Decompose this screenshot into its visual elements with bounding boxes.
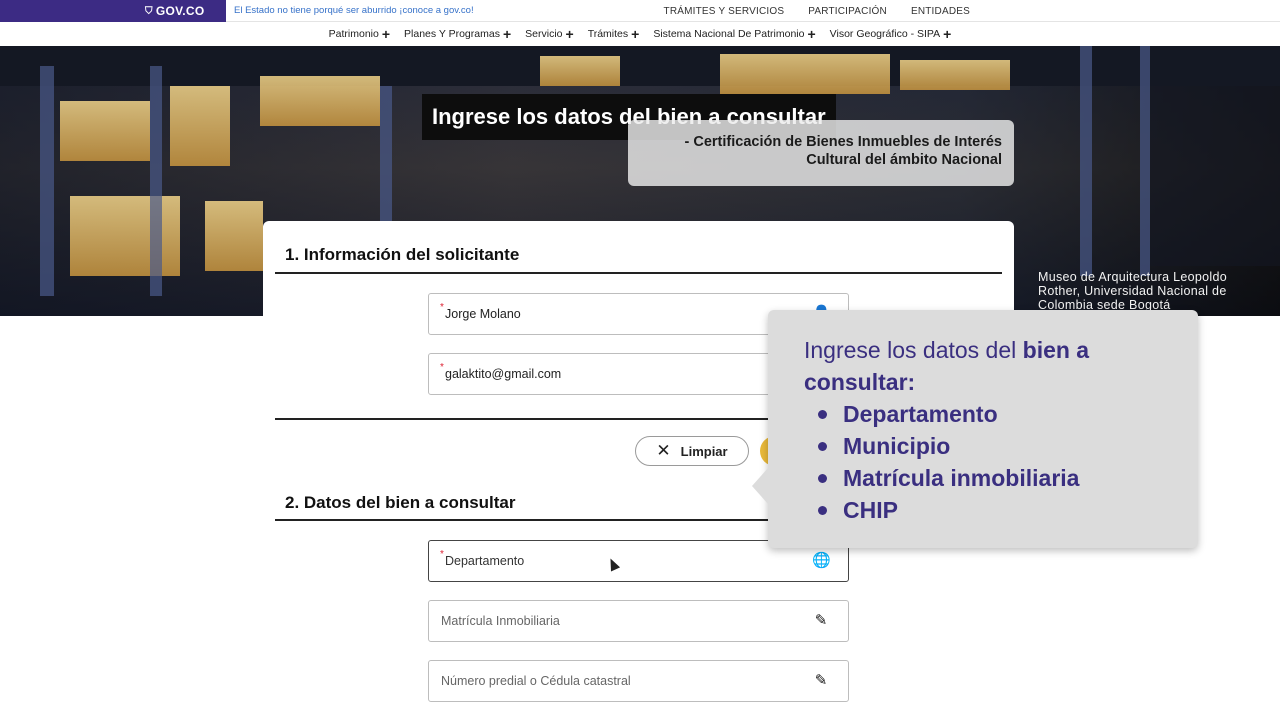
pencil-icon: ✎ (814, 672, 828, 689)
building-column (40, 66, 54, 296)
shield-icon: ⛉ (145, 5, 153, 17)
matricula-input[interactable]: Matrícula Inmobiliaria ✎ (428, 600, 849, 642)
nav-label: Trámites (587, 28, 629, 40)
gov-logo-text: GOV.CO (155, 4, 205, 18)
departamento-placeholder: Departamento (445, 554, 525, 568)
callout-item: Municipio (818, 430, 1198, 462)
plus-icon: + (631, 26, 640, 42)
callout-item: CHIP (818, 494, 1198, 526)
building-window (260, 76, 380, 126)
bullet-icon (818, 473, 827, 483)
building-window (540, 56, 620, 86)
callout-item-label: Municipio (843, 433, 951, 459)
gov-link-tramites[interactable]: TRÁMITES Y SERVICIOS (664, 6, 785, 17)
building-window (170, 86, 230, 166)
building-window (205, 201, 263, 271)
building-window (70, 196, 180, 276)
main-nav: Patrimonio + Planes Y Programas + Servicio… (0, 22, 1280, 46)
building-column (150, 66, 162, 296)
plus-icon: + (943, 26, 952, 42)
nav-item-planes[interactable]: Planes Y Programas + (404, 27, 511, 41)
hero-subtitle: - Certificación de Bienes Inmuebles de I… (628, 120, 1014, 186)
section-divider (275, 272, 1002, 274)
nav-item-visor[interactable]: Visor Geográfico - SIPA + (830, 27, 952, 41)
gov-logo[interactable]: ⛉ GOV.CO (0, 0, 226, 22)
required-mark: * (440, 549, 444, 560)
callout-list: Departamento Municipio Matrícula inmobil… (804, 398, 1198, 526)
building-window (720, 54, 890, 94)
bullet-icon (818, 409, 827, 419)
callout-item-label: CHIP (843, 497, 898, 523)
pencil-icon: ✎ (814, 612, 828, 629)
nav-label: Sistema Nacional De Patrimonio (653, 28, 805, 40)
gov-links: TRÁMITES Y SERVICIOS PARTICIPACIÓN ENTID… (664, 0, 970, 22)
callout-intro: Ingrese los datos del bien a consultar: (804, 334, 1198, 398)
gov-slogan-link[interactable]: El Estado no tiene porqué ser aburrido ¡… (234, 0, 474, 22)
nav-label: Planes Y Programas (404, 28, 500, 40)
gov-bar: ⛉ GOV.CO El Estado no tiene porqué ser a… (0, 0, 1280, 22)
nav-label: Visor Geográfico - SIPA (829, 28, 941, 40)
predial-placeholder: Número predial o Cédula catastral (441, 674, 631, 688)
email-value: galaktito@gmail.com (445, 367, 562, 381)
hero-subtitle-line1: - Certificación de Bienes Inmuebles de I… (684, 134, 1003, 150)
gov-link-participacion[interactable]: PARTICIPACIÓN (808, 6, 887, 17)
predial-input[interactable]: Número predial o Cédula catastral ✎ (428, 660, 849, 702)
building-shadow (1150, 86, 1280, 266)
callout-item-label: Departamento (843, 401, 998, 427)
bullet-icon (818, 505, 827, 515)
hero-subtitle-line2: Cultural del ámbito Nacional (806, 152, 1002, 168)
callout-item: Matrícula inmobiliaria (818, 462, 1198, 494)
gov-link-entidades[interactable]: ENTIDADES (911, 6, 970, 17)
nav-item-sistema[interactable]: Sistema Nacional De Patrimonio + (653, 27, 815, 41)
close-icon: ✕ (656, 441, 671, 460)
name-value: Jorge Molano (445, 307, 521, 321)
nav-item-tramites[interactable]: Trámites + (588, 27, 640, 41)
bullet-icon (818, 441, 827, 451)
help-callout: Ingrese los datos del bien a consultar: … (752, 310, 1198, 548)
plus-icon: + (381, 26, 391, 42)
callout-item-label: Matrícula inmobiliaria (843, 465, 1080, 491)
nav-label: Patrimonio (328, 28, 379, 40)
required-mark: * (440, 362, 444, 373)
required-mark: * (440, 302, 444, 313)
building-column (1140, 46, 1150, 276)
page: ⛉ GOV.CO El Estado no tiene porqué ser a… (0, 0, 1280, 720)
plus-icon: + (807, 26, 816, 42)
section-title-bien: 2. Datos del bien a consultar (285, 493, 516, 512)
nav-label: Servicio (525, 28, 563, 40)
callout-intro-plain: Ingrese los datos del (804, 337, 1023, 363)
hero-photo-credit: Museo de Arquitectura Leopoldo Rother, U… (1038, 270, 1227, 312)
plus-icon: + (502, 26, 512, 42)
plus-icon: + (565, 26, 574, 42)
building-window (900, 60, 1010, 90)
clear-button[interactable]: ✕ Limpiar (635, 436, 749, 466)
callout-item: Departamento (818, 398, 1198, 430)
globe-icon: 🌐 (812, 552, 831, 569)
nav-item-patrimonio[interactable]: Patrimonio + (329, 27, 390, 41)
nav-item-servicio[interactable]: Servicio + (525, 27, 574, 41)
building-column (1080, 46, 1092, 276)
clear-button-label: Limpiar (680, 443, 728, 459)
building-window (60, 101, 150, 161)
section-title-solicitante: 1. Información del solicitante (285, 245, 520, 264)
matricula-placeholder: Matrícula Inmobiliaria (441, 614, 560, 628)
